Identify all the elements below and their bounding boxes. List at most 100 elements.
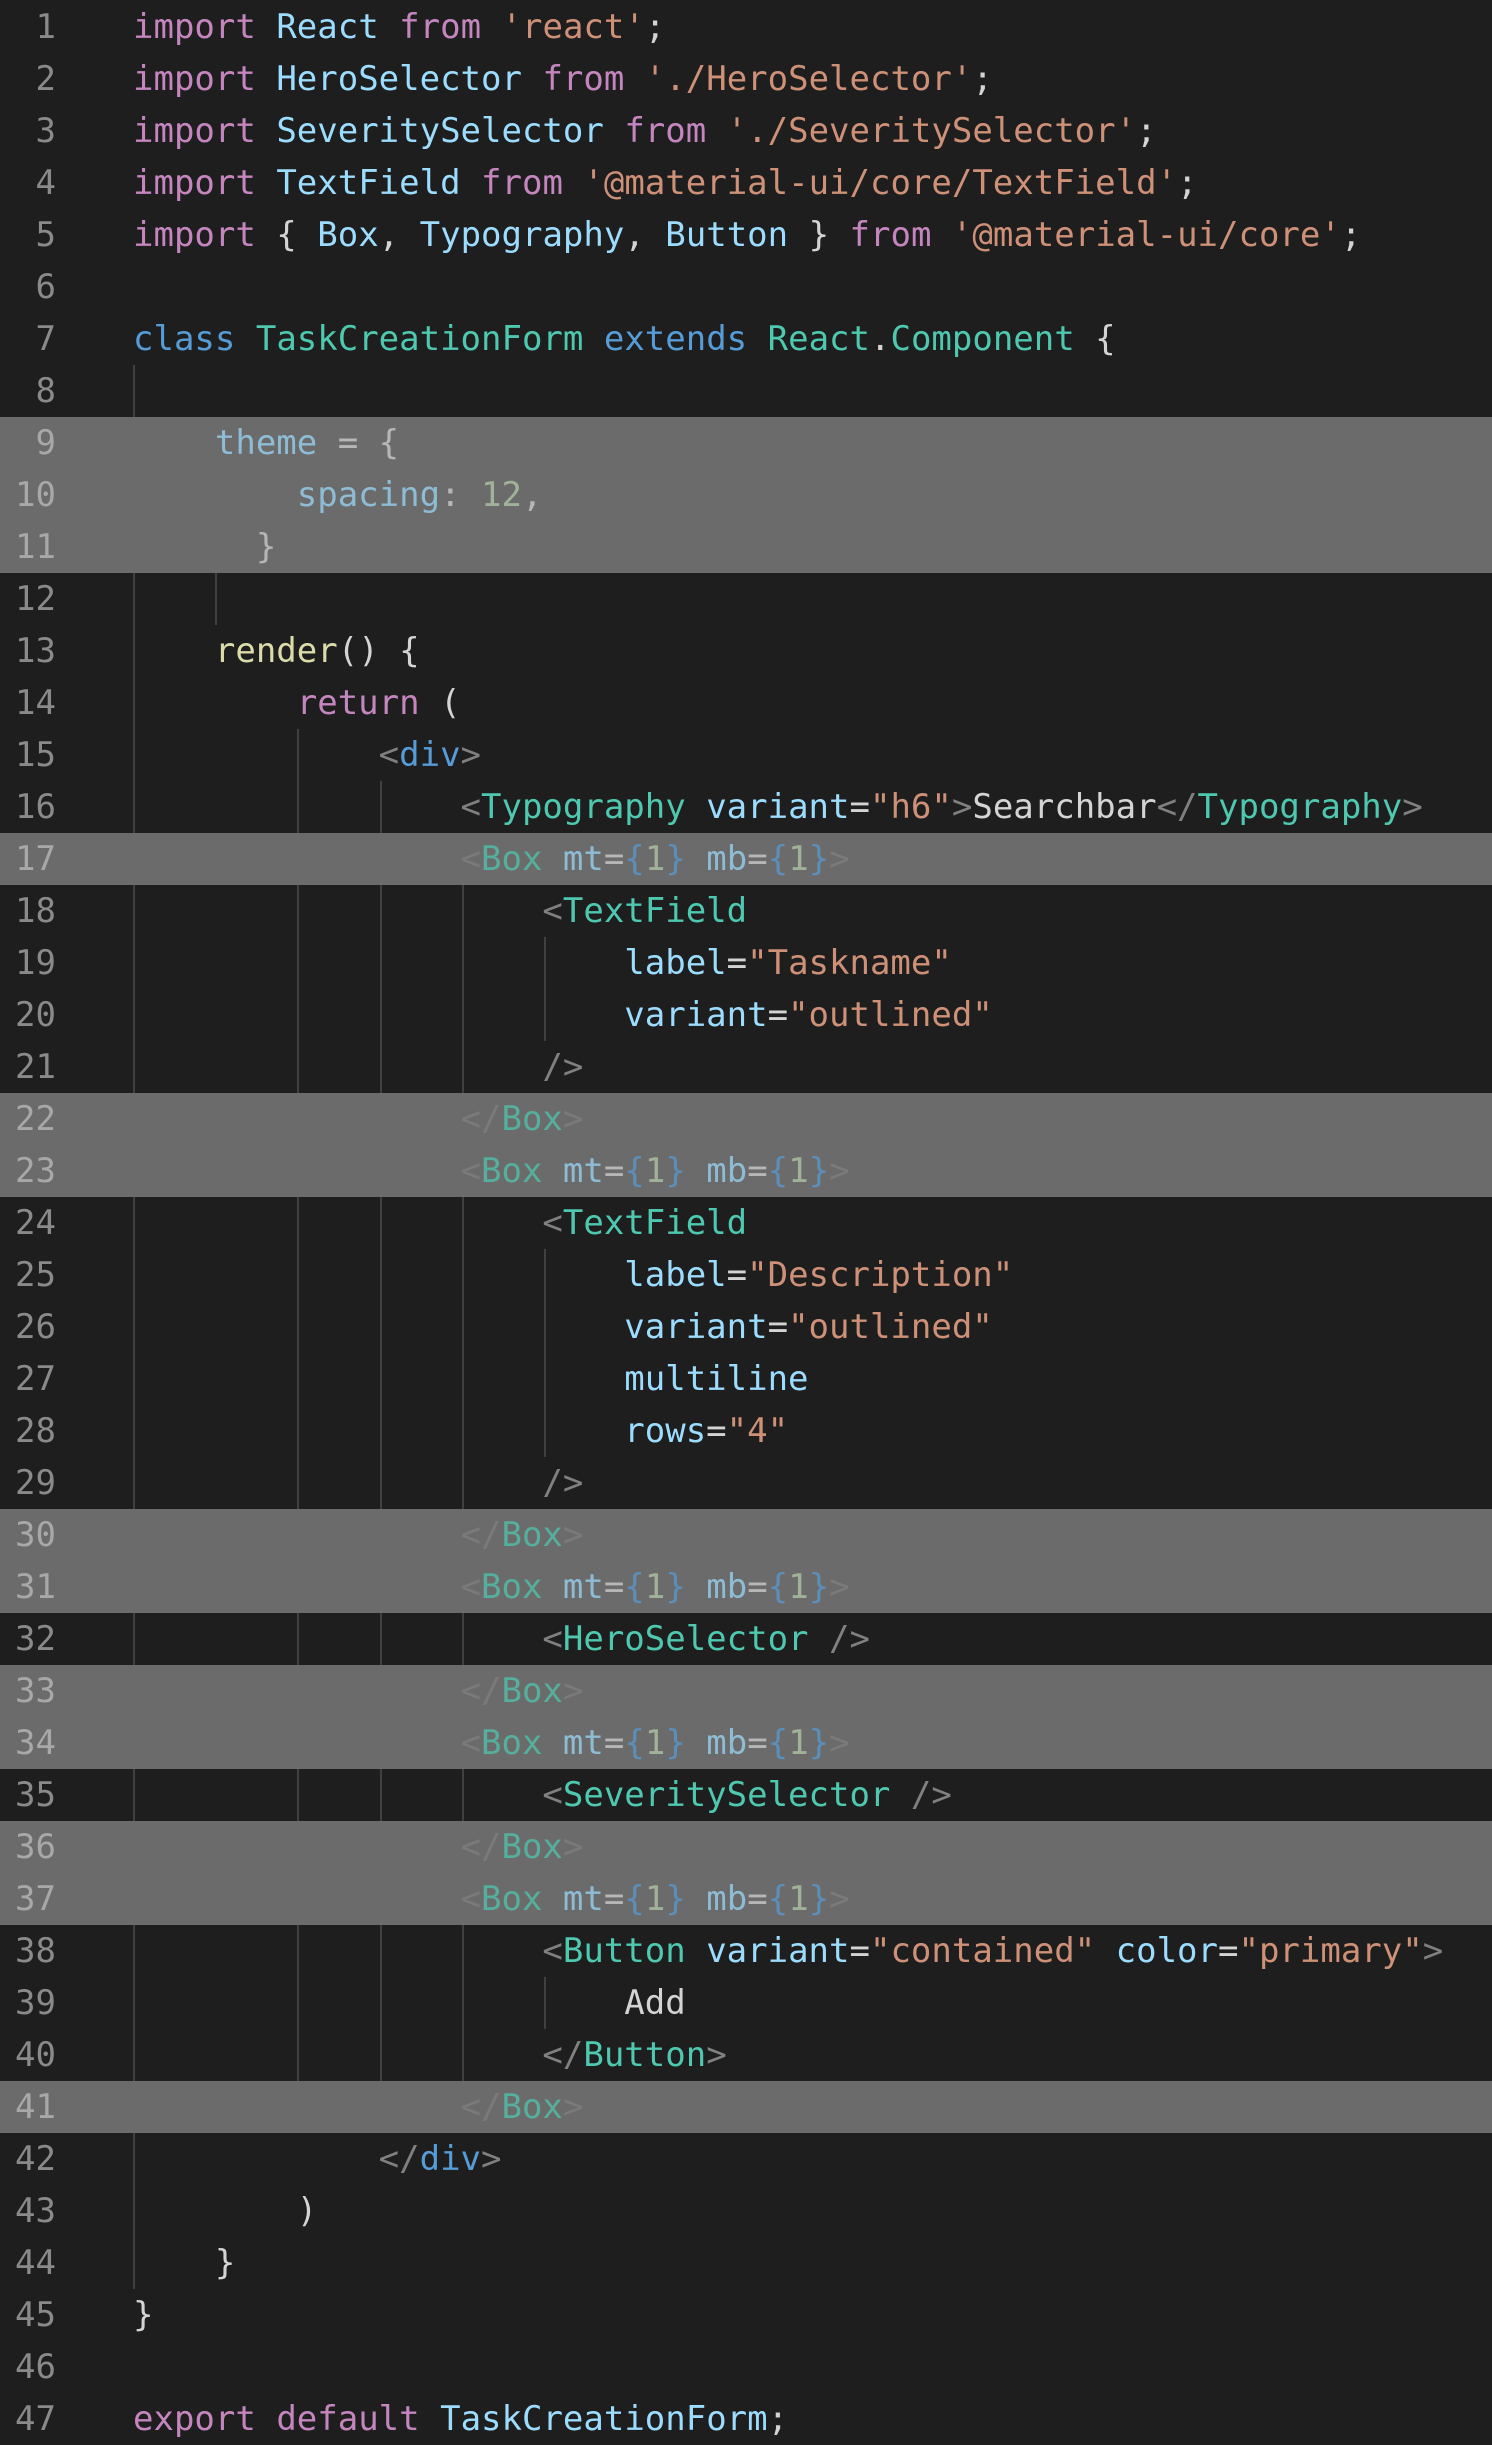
code-line[interactable]: 27 multiline [0, 1353, 1492, 1405]
code-token: rows [624, 1411, 707, 1451]
code-text: import TextField from '@material-ui/core… [133, 157, 1198, 209]
code-line[interactable]: 44 } [0, 2237, 1492, 2289]
code-text: <Box mt={1} mb={1}> [133, 833, 850, 885]
code-line[interactable]: 41 </Box> [0, 2081, 1492, 2133]
code-token: SeveritySelector [276, 111, 604, 151]
code-text: rows="4" [133, 1405, 788, 1457]
code-line[interactable]: 5 import { Box, Typography, Button } from… [0, 209, 1492, 261]
line-number: 13 [15, 631, 56, 671]
code-token: = [706, 1411, 727, 1451]
code-line[interactable]: 21 /> [0, 1041, 1492, 1093]
code-line[interactable]: 8 [0, 365, 1492, 417]
line-number: 26 [15, 1307, 56, 1347]
code-token: = [1218, 1931, 1239, 1971]
code-token: Button [562, 1931, 686, 1971]
code-line[interactable]: 37 <Box mt={1} mb={1}> [0, 1873, 1492, 1925]
code-line[interactable]: 13 render() { [0, 625, 1492, 677]
code-line[interactable]: 6 [0, 261, 1492, 313]
code-token: import [133, 215, 256, 255]
code-token: } [808, 1151, 830, 1191]
code-line[interactable]: 31 <Box mt={1} mb={1}> [0, 1561, 1492, 1613]
code-token: = [849, 787, 870, 827]
line-number: 19 [15, 943, 56, 983]
code-line[interactable]: 29 /> [0, 1457, 1492, 1509]
code-token: = [747, 1723, 768, 1763]
line-number: 11 [15, 527, 56, 567]
code-line[interactable]: 30 </Box> [0, 1509, 1492, 1561]
code-token: } [808, 1567, 830, 1607]
line-number: 22 [15, 1099, 56, 1139]
code-line[interactable]: 39 Add [0, 1977, 1492, 2029]
code-line[interactable]: 9 theme = { [0, 417, 1492, 469]
code-text: <div> [133, 729, 481, 781]
code-token: > [829, 1151, 850, 1191]
code-token: { [767, 839, 789, 879]
code-text: } [133, 2237, 235, 2289]
code-line[interactable]: 33 </Box> [0, 1665, 1492, 1717]
code-line[interactable]: 11 } [0, 521, 1492, 573]
code-line[interactable]: 15 <div> [0, 729, 1492, 781]
code-text: </Box> [133, 2081, 584, 2133]
code-editor[interactable]: 1 import React from 'react'; 2 import HeroS… [0, 0, 1492, 2439]
code-line[interactable]: 17 <Box mt={1} mb={1}> [0, 833, 1492, 885]
code-line[interactable]: 1 import React from 'react'; [0, 1, 1492, 53]
code-token: TextField [562, 891, 748, 931]
code-line[interactable]: 4 import TextField from '@material-ui/cor… [0, 157, 1492, 209]
code-line[interactable]: 12 [0, 573, 1492, 625]
code-line[interactable]: 25 label="Description" [0, 1249, 1492, 1301]
code-token: 1 [788, 839, 809, 879]
code-line[interactable]: 22 </Box> [0, 1093, 1492, 1145]
line-number: 8 [35, 371, 56, 411]
code-line[interactable]: 24 <TextField [0, 1197, 1492, 1249]
code-token: Box [501, 1827, 563, 1867]
code-line[interactable]: 47 export default TaskCreationForm; [0, 2393, 1492, 2445]
code-line[interactable]: 34 <Box mt={1} mb={1}> [0, 1717, 1492, 1769]
code-line[interactable]: 14 return ( [0, 677, 1492, 729]
code-line[interactable]: 36 </Box> [0, 1821, 1492, 1873]
code-line[interactable]: 26 variant="outlined" [0, 1301, 1492, 1353]
code-line[interactable]: 2 import HeroSelector from './HeroSelecto… [0, 53, 1492, 105]
code-token: > [829, 839, 850, 879]
code-line[interactable]: 7 class TaskCreationForm extends React.Co… [0, 313, 1492, 365]
code-line[interactable]: 20 variant="outlined" [0, 989, 1492, 1041]
code-line[interactable]: 19 label="Taskname" [0, 937, 1492, 989]
code-token: Box [481, 1567, 543, 1607]
code-line[interactable]: 16 <Typography variant="h6">Searchbar</T… [0, 781, 1492, 833]
code-text: <SeveritySelector /> [133, 1769, 951, 1821]
code-token: 1 [644, 839, 666, 879]
code-line[interactable]: 28 rows="4" [0, 1405, 1492, 1457]
code-line[interactable]: 32 <HeroSelector /> [0, 1613, 1492, 1665]
code-line[interactable]: 40 </Button> [0, 2029, 1492, 2081]
code-token: mt [562, 1879, 604, 1919]
code-line[interactable]: 45} [0, 2289, 1492, 2341]
code-token: mb [706, 1723, 748, 1763]
code-token: < [460, 787, 481, 827]
code-line[interactable]: 10 spacing: 12, [0, 469, 1492, 521]
code-token: Searchbar [972, 787, 1157, 827]
code-line[interactable]: 46 [0, 2341, 1492, 2393]
code-line[interactable]: 38 <Button variant="contained" color="pr… [0, 1925, 1492, 1977]
code-line[interactable]: 43 ) [0, 2185, 1492, 2237]
code-line[interactable]: 35 <SeveritySelector /> [0, 1769, 1492, 1821]
code-line[interactable]: 42 </div> [0, 2133, 1492, 2185]
line-number: 45 [15, 2295, 56, 2335]
code-text: import HeroSelector from './HeroSelector… [133, 53, 993, 105]
code-line[interactable]: 23 <Box mt={1} mb={1}> [0, 1145, 1492, 1197]
code-line[interactable]: 18 <TextField [0, 885, 1492, 937]
code-line[interactable]: 3 import SeveritySelector from './Severit… [0, 105, 1492, 157]
